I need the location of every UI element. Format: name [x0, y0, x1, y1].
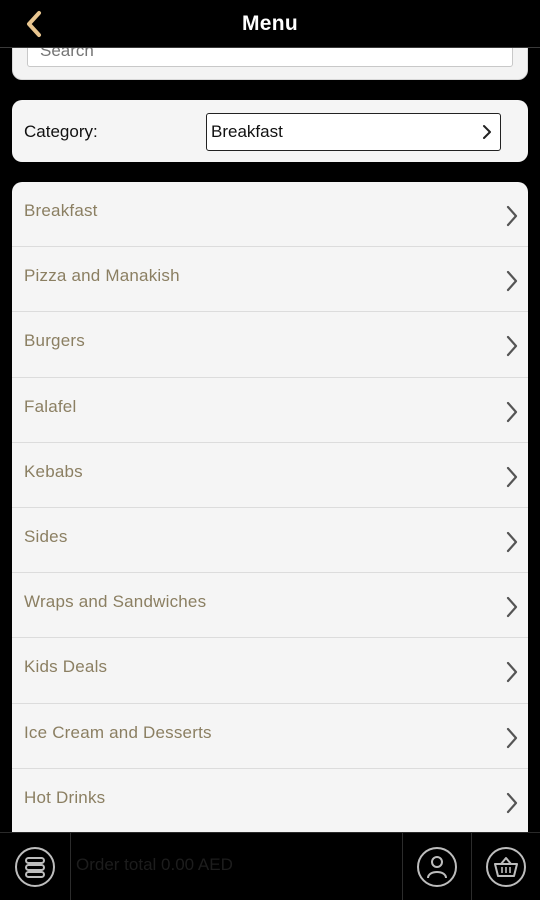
basket-icon [486, 847, 526, 887]
chevron-right-icon [506, 401, 518, 422]
list-item-label: Breakfast [24, 201, 98, 220]
top-bar: Menu [0, 0, 540, 48]
chevron-right-icon [506, 531, 518, 553]
list-item[interactable]: Falafel [12, 378, 528, 443]
page-title: Menu [241, 12, 299, 35]
list-item-label: Burgers [24, 331, 85, 351]
account-button[interactable] [403, 833, 471, 900]
chevron-right-icon [506, 662, 518, 683]
list-item[interactable]: Kids Deals [12, 638, 528, 704]
divider [70, 833, 71, 900]
list-item-label: Pizza and Manakish [24, 266, 180, 286]
list-item-label: Ice Cream and Desserts [24, 722, 212, 742]
chevron-right-icon [506, 597, 518, 618]
list-item-label: Wraps and Sandwiches [24, 592, 207, 612]
list-item[interactable]: Burgers [12, 312, 528, 378]
list-item-label: Kebabs [24, 461, 83, 481]
bottom-bar: Order total 0.00 AED [0, 832, 540, 900]
list-item[interactable]: Sides [12, 508, 528, 574]
list-item[interactable]: Wraps and Sandwiches [12, 573, 528, 639]
list-item-label: Hot Drinks [24, 787, 106, 807]
stack-icon [15, 847, 55, 887]
chevron-right-icon [506, 466, 518, 487]
category-card: Category: Breakfast [12, 100, 528, 162]
list-item-label: Sides [24, 526, 68, 546]
basket-button[interactable] [472, 833, 540, 900]
chevron-right-icon [506, 271, 518, 292]
user-icon [417, 847, 457, 887]
category-label: Category: [24, 122, 98, 141]
list-item[interactable]: Hot Drinks [12, 769, 528, 834]
list-item[interactable]: Kebabs [12, 443, 528, 508]
list-item[interactable]: Pizza and Manakish [12, 247, 528, 313]
category-value: Breakfast [211, 122, 283, 141]
list-item-label: Kids Deals [24, 657, 108, 677]
chevron-right-icon [506, 205, 518, 227]
chevron-right-icon [506, 727, 518, 748]
category-select[interactable]: Breakfast [206, 113, 501, 151]
chevron-right-icon [506, 336, 518, 357]
category-list: Breakfast Pizza and Manakish Burgers Fal… [12, 182, 528, 862]
list-item[interactable]: Breakfast [12, 182, 528, 248]
list-item-label: Falafel [24, 396, 77, 416]
list-item[interactable]: Ice Cream and Desserts [12, 704, 528, 769]
chevron-right-icon [506, 792, 518, 813]
menu-button[interactable] [0, 833, 70, 900]
order-total: Order total 0.00 AED [76, 855, 233, 874]
chevron-right-icon [483, 125, 491, 139]
